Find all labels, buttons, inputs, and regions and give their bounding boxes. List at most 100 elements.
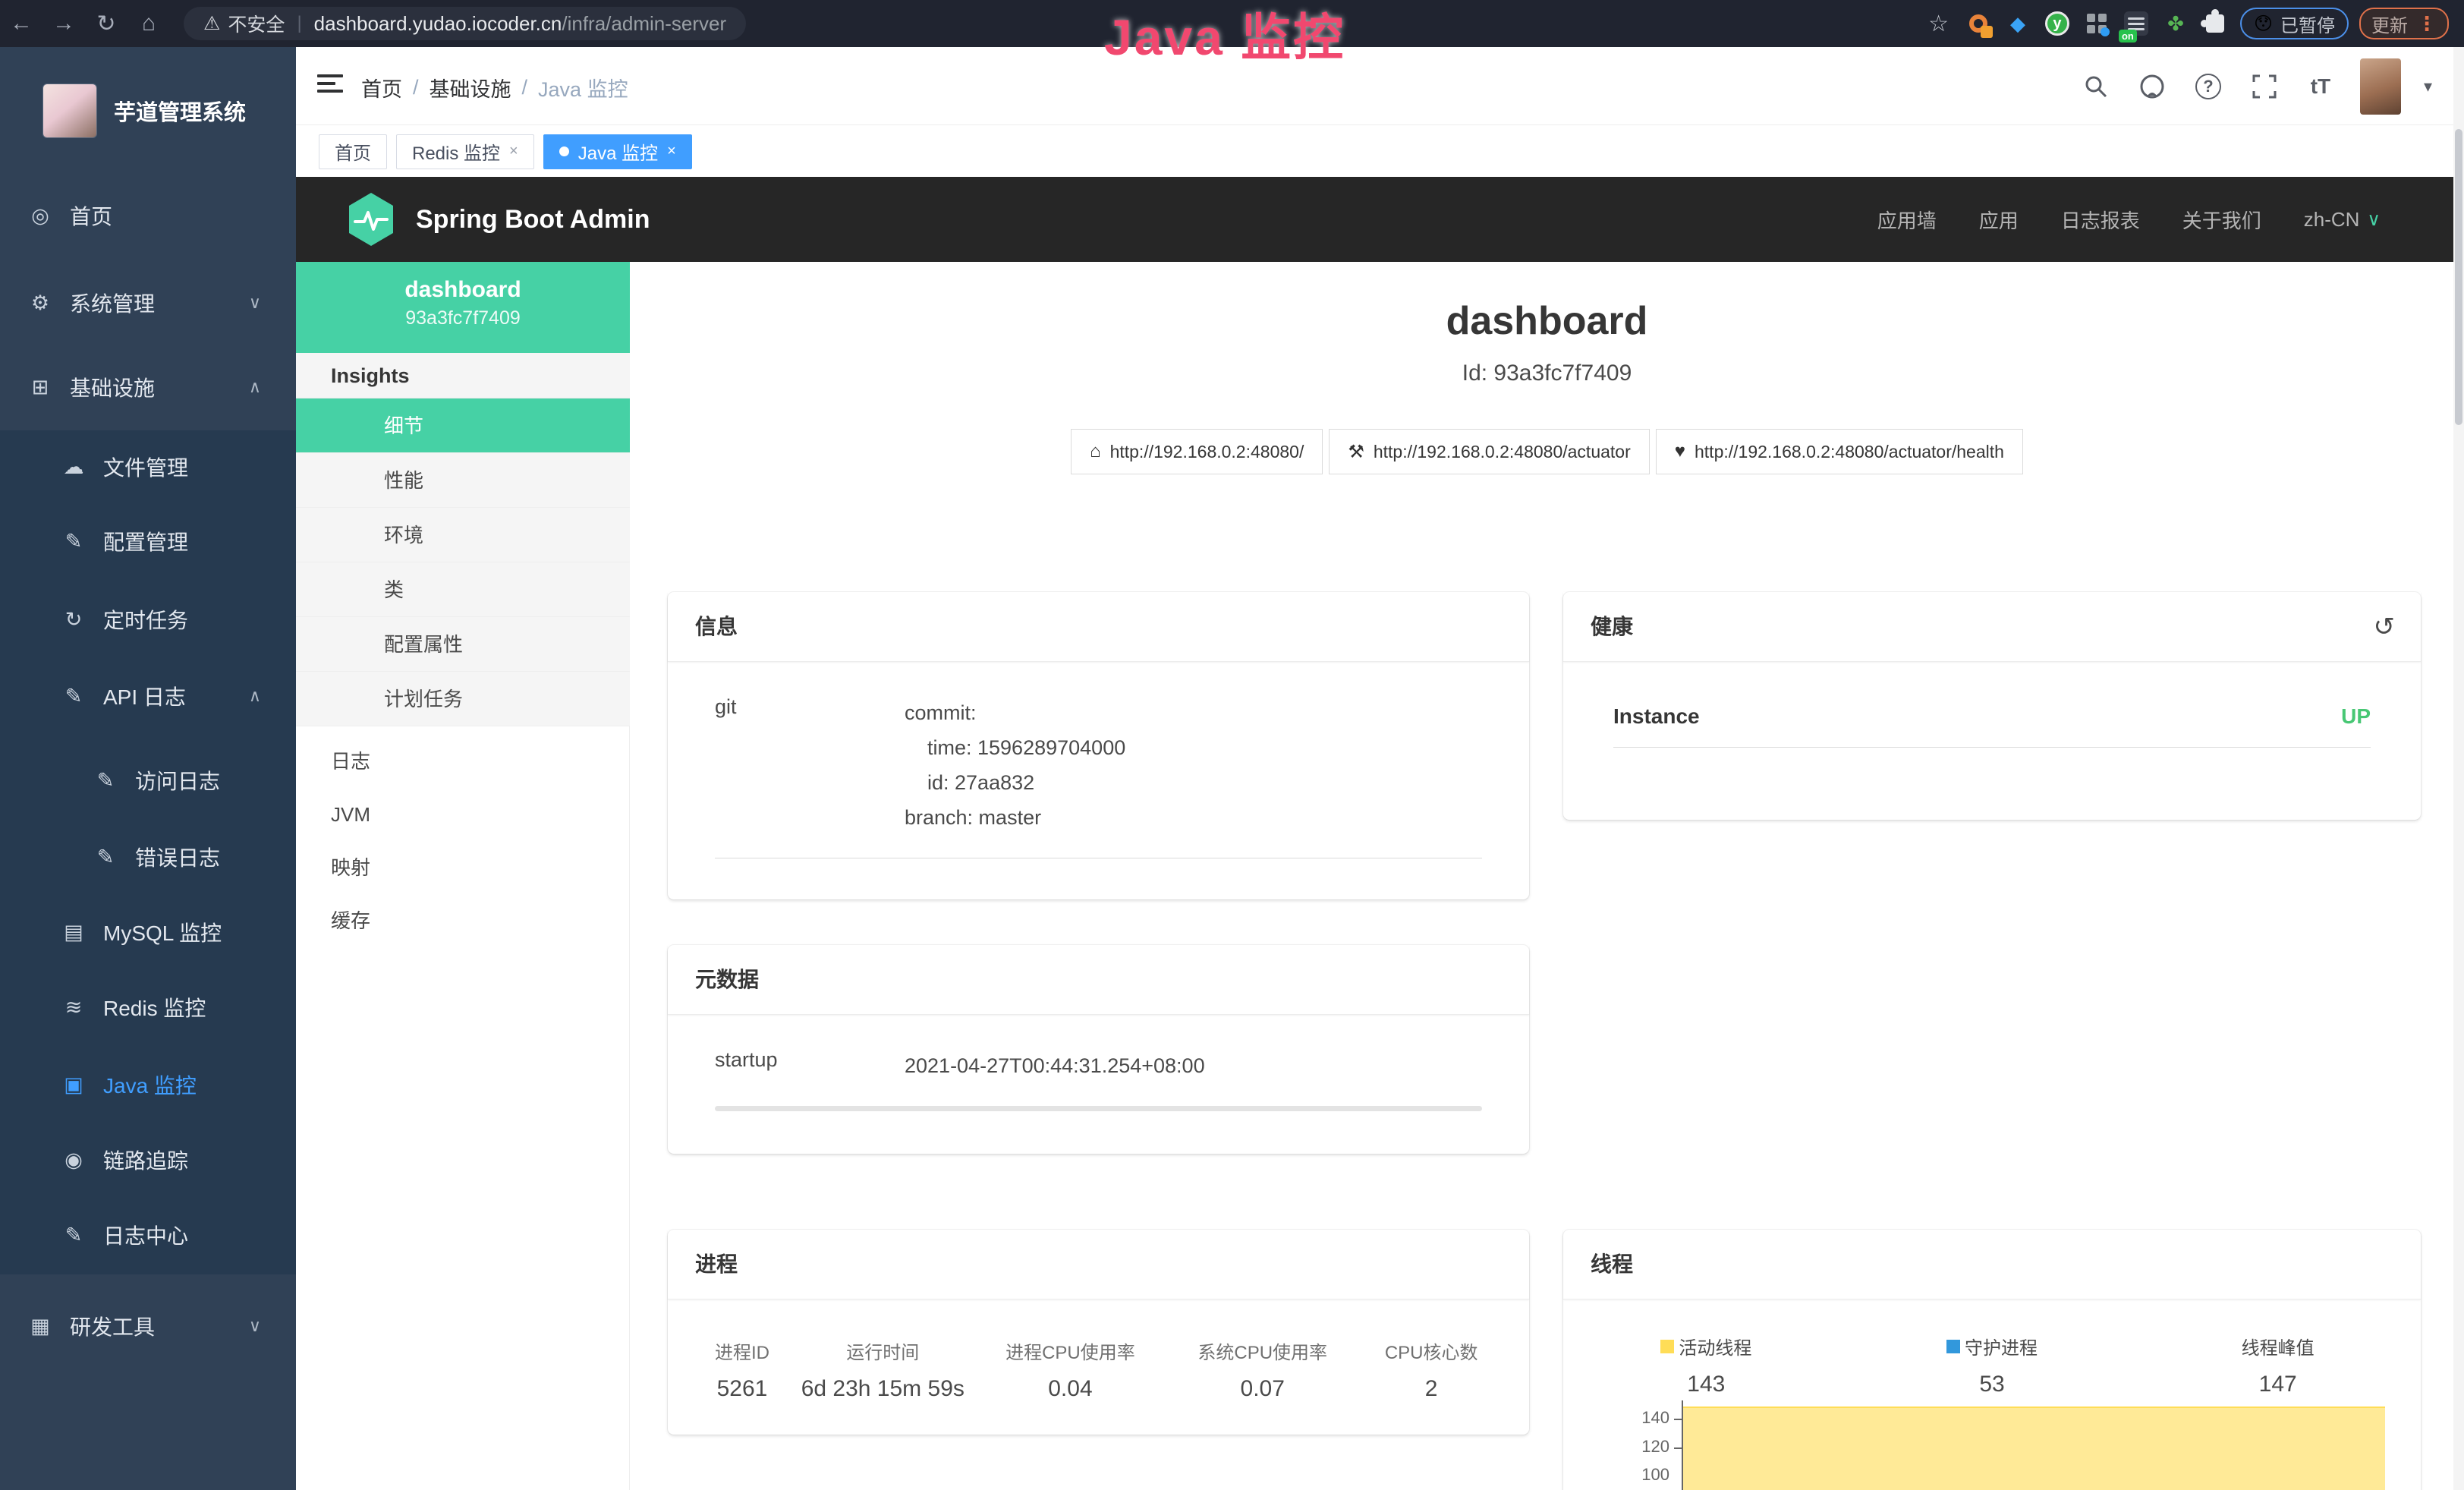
legend-live-threads: 活动线程 143 xyxy=(1563,1333,1849,1397)
sidebar-item-log-center[interactable]: ✎ 日志中心 xyxy=(0,1208,296,1262)
y-tick-100: 100 xyxy=(1609,1465,1669,1485)
sba-item-logs[interactable]: 日志 xyxy=(296,734,630,789)
sba-sidebar: dashboard 93a3fc7f7409 Insights 细节 性能 环境… xyxy=(296,262,630,1490)
chevron-down-icon: ∨ xyxy=(249,1316,261,1336)
sba-item-metrics[interactable]: 性能 xyxy=(296,453,630,508)
search-icon[interactable] xyxy=(2079,70,2113,103)
insights-group-label: Insights xyxy=(296,353,630,398)
instance-links: ⌂ http://192.168.0.2:48080/ ⚒ http://192… xyxy=(630,429,2464,474)
sba-item-config-props[interactable]: 配置属性 xyxy=(296,617,630,672)
scrollbar-thumb[interactable] xyxy=(2455,129,2462,425)
extension-reader-icon[interactable]: on xyxy=(2122,9,2151,38)
sba-link-applications[interactable]: 应用 xyxy=(1979,206,2019,234)
sba-item-jvm[interactable]: JVM xyxy=(296,787,630,842)
sidebar-item-files[interactable]: ☁ 文件管理 xyxy=(0,440,296,493)
live-threads-value: 143 xyxy=(1563,1372,1849,1397)
horizontal-scrollbar[interactable] xyxy=(715,1106,1482,1111)
sba-item-scheduled-tasks[interactable]: 计划任务 xyxy=(296,672,630,726)
annotation-java-monitor: Java 监控 xyxy=(1104,0,1345,70)
extension-y-icon[interactable]: y xyxy=(2043,9,2072,38)
sidebar-item-home[interactable]: ◎ 首页 xyxy=(0,189,296,242)
process-table: 进程ID 运行时间 进程CPU使用率 系统CPU使用率 CPU核心数 5261 … xyxy=(668,1299,1529,1402)
close-icon[interactable]: × xyxy=(667,143,676,160)
page-title: dashboard xyxy=(630,298,2464,344)
sidebar-item-access-logs[interactable]: ✎ 访问日志 xyxy=(0,754,296,807)
sidebar-item-config[interactable]: ✎ 配置管理 xyxy=(0,515,296,568)
gear-icon: ⚙ xyxy=(27,291,53,315)
service-url-link[interactable]: ⌂ http://192.168.0.2:48080/ xyxy=(1071,429,1323,474)
sba-item-environment[interactable]: 环境 xyxy=(296,508,630,562)
info-card: 信息 git commit: time: 1596289704000 id: 2… xyxy=(668,592,1529,899)
browser-menu-icon[interactable]: ⋮ xyxy=(2417,12,2437,36)
sba-item-caches[interactable]: 缓存 xyxy=(296,893,630,948)
process-card-title: 进程 xyxy=(668,1230,1529,1299)
sidebar-item-redis-monitor[interactable]: ≋ Redis 监控 xyxy=(0,981,296,1034)
sidebar-item-scheduled-jobs[interactable]: ↻ 定时任务 xyxy=(0,593,296,646)
sidebar-item-system[interactable]: ⚙ 系统管理 ∨ xyxy=(0,276,296,329)
extension-leaf-icon[interactable]: ✤ xyxy=(2161,9,2190,38)
toolbox-icon: ▦ xyxy=(27,1315,53,1338)
bookmark-star-icon[interactable]: ☆ xyxy=(1928,11,1949,37)
browser-home-icon[interactable]: ⌂ xyxy=(127,11,170,36)
sba-item-mappings[interactable]: 映射 xyxy=(296,840,630,895)
extensions-puzzle-icon[interactable] xyxy=(2201,9,2230,38)
threads-chart: 140 120 100 xyxy=(1563,1400,2421,1490)
tab-java-monitor[interactable]: Java 监控 × xyxy=(543,134,692,169)
user-avatar[interactable] xyxy=(2360,58,2401,115)
main-content: dashboard Id: 93a3fc7f7409 ⌂ http://192.… xyxy=(630,262,2464,1490)
sidebar-item-infra[interactable]: ⊞ 基础设施 ∧ xyxy=(0,361,296,414)
sba-link-about[interactable]: 关于我们 xyxy=(2182,206,2261,234)
daemon-threads-value: 53 xyxy=(1849,1372,2135,1397)
extension-grid-icon[interactable] xyxy=(2082,9,2111,38)
breadcrumb-infra[interactable]: 基础设施 xyxy=(430,73,511,102)
font-size-icon[interactable]: tT xyxy=(2304,70,2337,103)
sidebar-item-api-logs[interactable]: ✎ API 日志 ∧ xyxy=(0,669,296,723)
dashboard-icon: ◎ xyxy=(27,204,53,228)
browser-forward-icon[interactable]: → xyxy=(42,11,85,36)
cloud-icon: ☁ xyxy=(61,455,87,479)
sidebar-item-dev-tools[interactable]: ▦ 研发工具 ∨ xyxy=(0,1299,296,1353)
breadcrumb-home[interactable]: 首页 xyxy=(361,73,402,102)
history-icon[interactable]: ↺ xyxy=(2374,592,2396,662)
browser-reload-icon[interactable]: ↻ xyxy=(85,11,127,37)
not-secure-label: 不安全 xyxy=(228,10,285,37)
sba-item-classes[interactable]: 类 xyxy=(296,562,630,617)
tab-redis-monitor[interactable]: Redis 监控 × xyxy=(396,134,534,169)
close-icon[interactable]: × xyxy=(509,143,518,160)
tabs-bar: 首页 Redis 监控 × Java 监控 × xyxy=(296,126,2464,177)
threads-legend: 活动线程 143 守护进程 53 线程峰值 147 xyxy=(1563,1299,2421,1397)
fullscreen-icon[interactable] xyxy=(2248,70,2281,103)
timer-icon: ↻ xyxy=(61,608,87,632)
sba-instance-header[interactable]: dashboard 93a3fc7f7409 xyxy=(296,262,630,353)
sba-link-journal[interactable]: 日志报表 xyxy=(2061,206,2140,234)
health-url-link[interactable]: ♥ http://192.168.0.2:48080/actuator/heal… xyxy=(1656,429,2023,474)
user-menu-caret-icon[interactable]: ▾ xyxy=(2424,77,2432,96)
sba-brand-title[interactable]: Spring Boot Admin xyxy=(416,205,650,235)
spring-boot-admin-logo-icon[interactable] xyxy=(346,191,396,247)
collapse-sidebar-icon[interactable] xyxy=(317,74,343,96)
git-row: git commit: time: 1596289704000 id: 27aa… xyxy=(668,662,1529,835)
extension-orange-icon[interactable] xyxy=(1964,9,1993,38)
app-logo-row[interactable]: 芋道管理系统 xyxy=(0,58,296,164)
sidebar-item-java-monitor[interactable]: ▣ Java 监控 xyxy=(0,1058,296,1111)
tab-home[interactable]: 首页 xyxy=(319,134,387,169)
sidebar-item-mysql-monitor[interactable]: ▤ MySQL 监控 xyxy=(0,906,296,959)
help-icon[interactable]: ? xyxy=(2192,70,2225,103)
sba-link-wallboard[interactable]: 应用墙 xyxy=(1877,206,1937,234)
extension-pin-icon[interactable]: ◆ xyxy=(2003,9,2032,38)
sidebar-item-error-logs[interactable]: ✎ 错误日志 xyxy=(0,830,296,884)
sba-item-details[interactable]: 细节 xyxy=(296,398,630,453)
browser-back-icon[interactable]: ← xyxy=(0,11,42,36)
page-scrollbar[interactable] xyxy=(2453,47,2464,1490)
github-icon[interactable] xyxy=(2135,70,2169,103)
row-divider xyxy=(1613,747,2371,748)
paused-profile-chip[interactable]: 😯 已暂停 xyxy=(2240,8,2349,39)
address-bar[interactable]: ⚠ 不安全 | dashboard.yudao.iocoder.cn /infr… xyxy=(184,7,746,40)
sba-locale-select[interactable]: zh-CN ∨ xyxy=(2304,208,2381,232)
update-button[interactable]: 更新 ⋮ xyxy=(2359,8,2449,39)
sidebar-item-tracing[interactable]: ◉ 链路追踪 xyxy=(0,1133,296,1186)
info-card-title: 信息 xyxy=(668,592,1529,662)
metadata-card-title: 元数据 xyxy=(668,945,1529,1015)
process-table-values: 5261 6d 23h 15m 59s 0.04 0.07 2 xyxy=(691,1376,1506,1402)
actuator-url-link[interactable]: ⚒ http://192.168.0.2:48080/actuator xyxy=(1329,429,1649,474)
